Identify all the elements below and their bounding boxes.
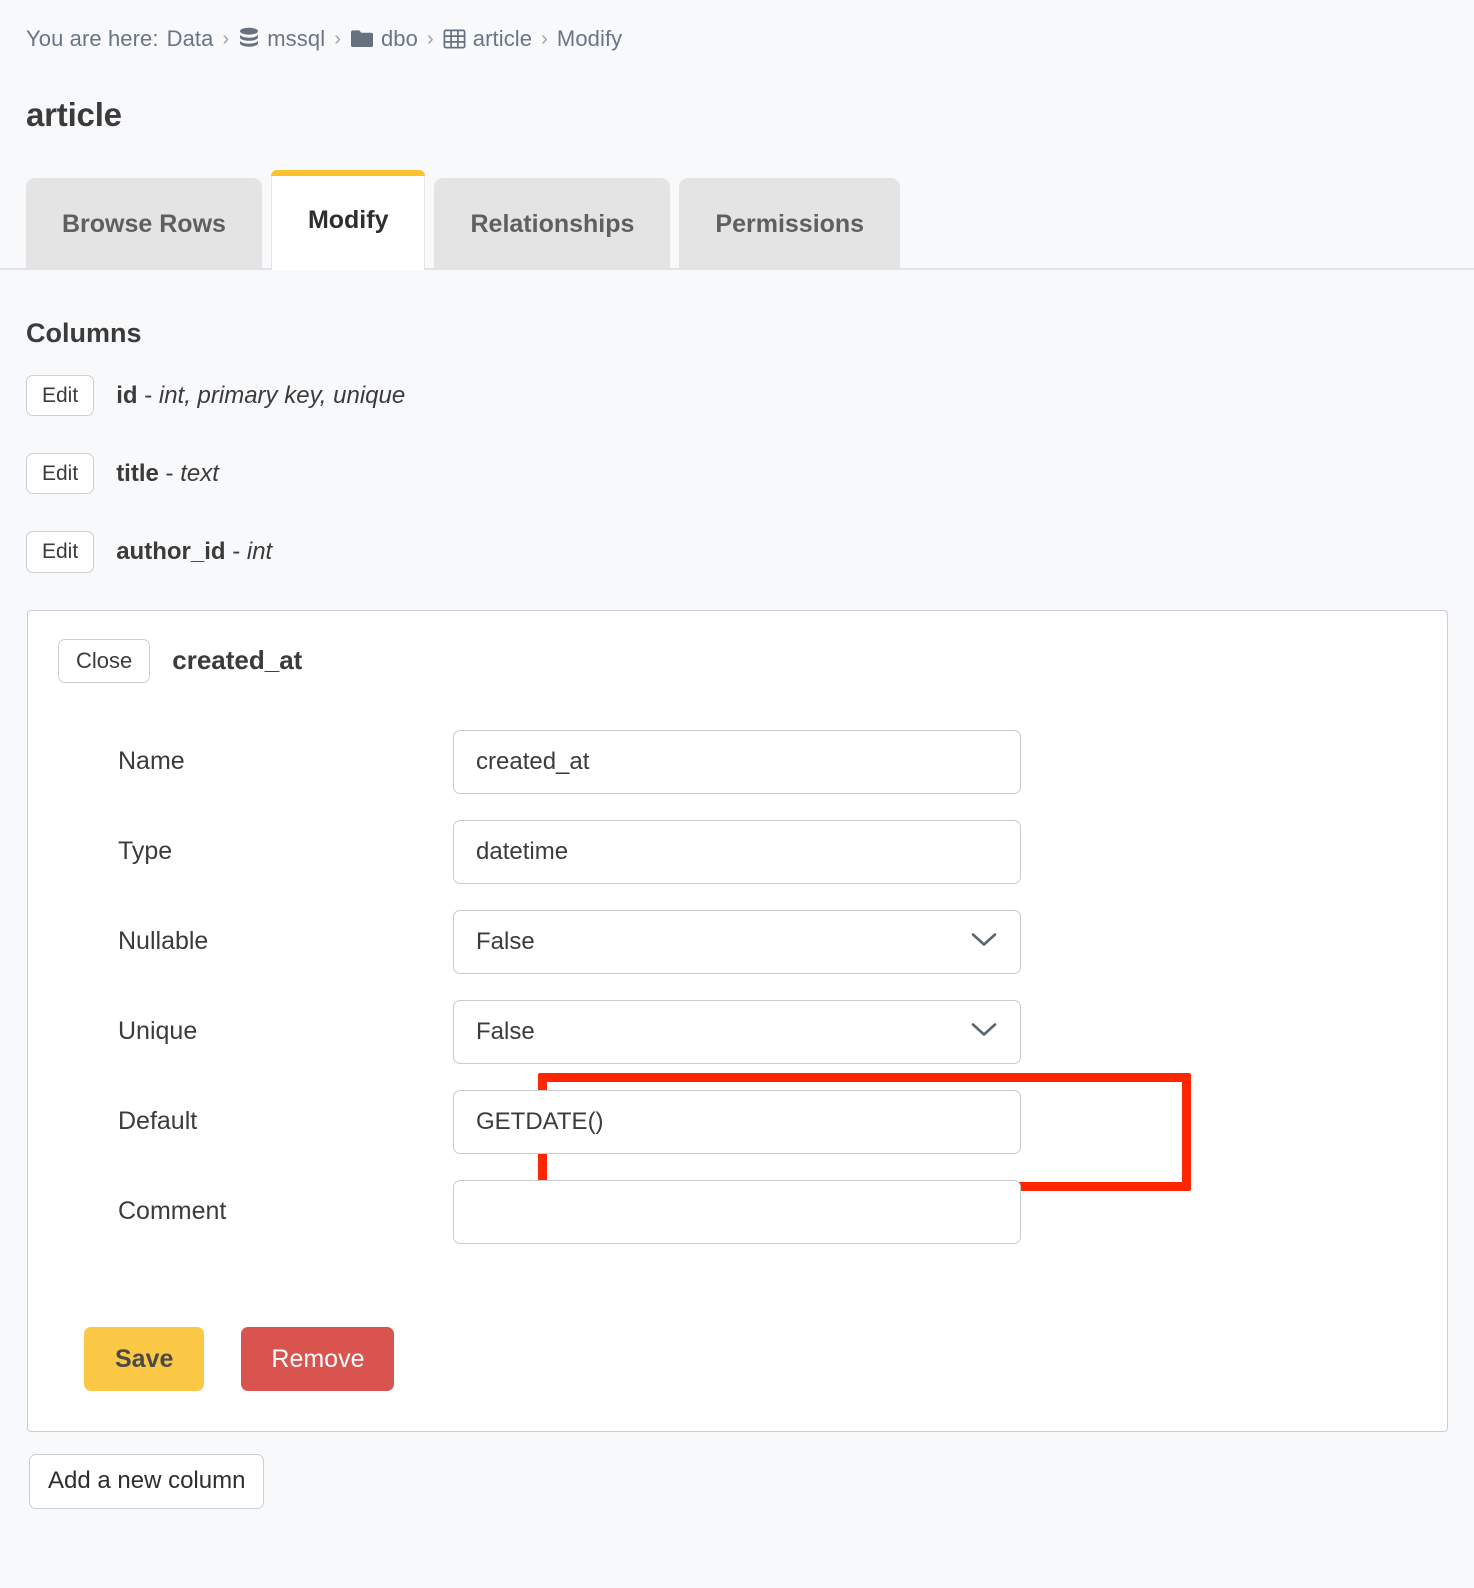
comment-input[interactable] [453, 1180, 1021, 1244]
field-label: Default [28, 1107, 453, 1136]
breadcrumb-item-dbo[interactable]: dbo [350, 26, 418, 52]
column-name: author_id [116, 538, 225, 565]
field-control [453, 1180, 1021, 1244]
breadcrumb-separator: › [540, 28, 549, 51]
page-title: article [0, 52, 1474, 134]
edit-column-button[interactable]: Edit [26, 375, 94, 416]
column-row-title: Edit title - text [26, 453, 1474, 494]
field-label: Comment [28, 1197, 453, 1226]
field-label: Name [28, 747, 453, 776]
column-dash: - [232, 538, 240, 565]
breadcrumb-prefix: You are here: [26, 26, 159, 52]
unique-select-value: False [476, 1018, 535, 1046]
tab-relationships[interactable]: Relationships [434, 178, 670, 270]
breadcrumb-label: dbo [381, 26, 418, 52]
save-button[interactable]: Save [84, 1327, 204, 1391]
tab-label: Browse Rows [62, 210, 226, 239]
column-dash: - [166, 460, 174, 487]
column-editor-title: created_at [172, 645, 302, 676]
breadcrumb-item-article[interactable]: article [443, 26, 532, 52]
database-icon [238, 27, 260, 51]
field-label: Unique [28, 1017, 453, 1046]
editor-actions: Save Remove [28, 1257, 1447, 1391]
field-control [453, 820, 1021, 884]
column-type: int [247, 538, 272, 565]
column-dash: - [144, 382, 152, 409]
column-row-author-id: Edit author_id - int [26, 531, 1474, 572]
field-row-type: Type [28, 807, 1447, 897]
name-input[interactable] [453, 730, 1021, 794]
field-row-comment: Comment [28, 1167, 1447, 1257]
breadcrumb-item-modify: Modify [557, 26, 622, 52]
tab-label: Permissions [715, 210, 864, 239]
add-new-column-button[interactable]: Add a new column [29, 1454, 264, 1509]
type-input[interactable] [453, 820, 1021, 884]
field-control: False [453, 910, 1021, 974]
field-row-name: Name [28, 717, 1447, 807]
column-description: title - text [116, 460, 219, 488]
breadcrumb-item-mssql[interactable]: mssql [238, 26, 325, 52]
field-row-unique: Unique False [28, 987, 1447, 1077]
remove-button[interactable]: Remove [241, 1327, 394, 1391]
column-editor-header: Close created_at [28, 639, 1447, 683]
field-label: Type [28, 837, 453, 866]
field-row-nullable: Nullable False [28, 897, 1447, 987]
breadcrumb-label: Data [167, 26, 214, 52]
column-row-id: Edit id - int, primary key, unique [26, 375, 1474, 416]
nullable-select-value: False [476, 928, 535, 956]
field-control: False [453, 1000, 1021, 1064]
column-type: int, primary key, unique [159, 382, 405, 409]
default-input[interactable] [453, 1090, 1021, 1154]
edit-column-button[interactable]: Edit [26, 531, 94, 572]
tab-bar: Browse Rows Modify Relationships Permiss… [0, 170, 1474, 270]
columns-heading: Columns [0, 270, 1474, 349]
column-description: id - int, primary key, unique [116, 382, 405, 410]
column-name: id [116, 382, 137, 409]
breadcrumb-item-data[interactable]: Data [167, 26, 214, 52]
breadcrumb-label: article [473, 26, 532, 52]
column-editor-panel: Close created_at Name Type Nullable Fals… [27, 610, 1448, 1432]
edit-column-button[interactable]: Edit [26, 453, 94, 494]
tab-label: Modify [308, 206, 389, 235]
field-control [453, 1090, 1021, 1154]
columns-list: Edit id - int, primary key, unique Edit … [0, 349, 1474, 573]
field-label: Nullable [28, 927, 453, 956]
column-name: title [116, 460, 159, 487]
breadcrumb-label: Modify [557, 26, 622, 52]
column-type: text [180, 460, 219, 487]
column-editor-form: Name Type Nullable False [28, 683, 1447, 1257]
table-grid-icon [443, 28, 466, 50]
column-description: author_id - int [116, 538, 272, 566]
breadcrumb-label: mssql [267, 26, 325, 52]
tab-browse-rows[interactable]: Browse Rows [26, 178, 262, 270]
unique-select[interactable]: False [453, 1000, 1021, 1064]
breadcrumb: You are here: Data › mssql › dbo › [0, 0, 1474, 52]
breadcrumb-separator: › [426, 28, 435, 51]
tab-permissions[interactable]: Permissions [679, 178, 900, 270]
folder-icon [350, 29, 374, 49]
close-button[interactable]: Close [58, 639, 150, 683]
breadcrumb-separator: › [333, 28, 342, 51]
tab-modify[interactable]: Modify [271, 170, 426, 270]
tab-label: Relationships [470, 210, 634, 239]
breadcrumb-separator: › [221, 28, 230, 51]
nullable-select[interactable]: False [453, 910, 1021, 974]
field-row-default: Default [28, 1077, 1447, 1167]
field-control [453, 730, 1021, 794]
